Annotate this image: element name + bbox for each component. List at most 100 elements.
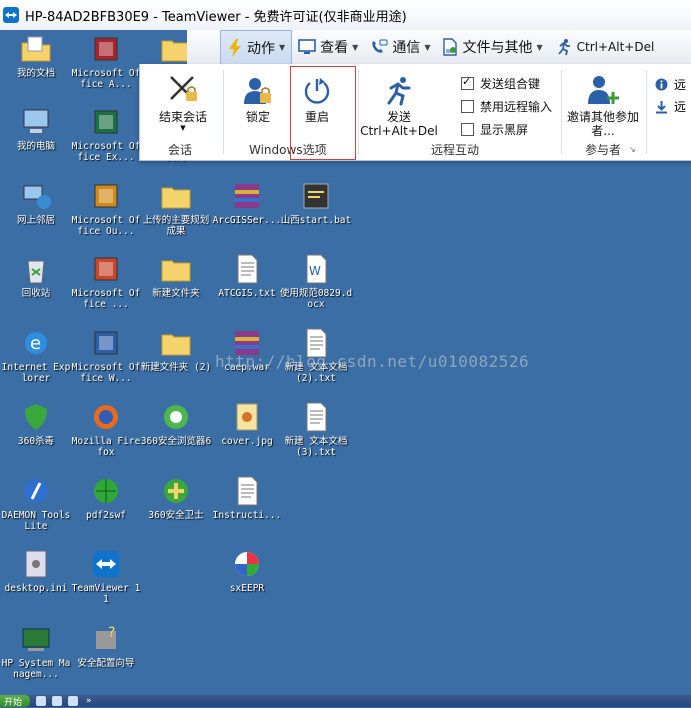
ie-icon: e (25, 332, 47, 354)
desktop-icon[interactable]: ATCGIS.txt (212, 253, 282, 299)
desktop-icon-label: Microsoft Office A... (71, 68, 141, 90)
desktop-icon[interactable]: pdf2swf (71, 475, 141, 521)
desktop-icon[interactable]: TeamViewer 11 (71, 548, 141, 605)
lock-button[interactable]: 锁定 (232, 76, 284, 124)
download-icon (656, 100, 667, 113)
taskbar-more-button[interactable]: » (86, 696, 92, 706)
monitor-icon (298, 39, 316, 54)
desktop-icon[interactable]: 上传的主要规划成果 (141, 180, 211, 237)
desktop-icon[interactable]: 新建文件夹 (141, 253, 211, 299)
desktop-icon-label: Microsoft Office Ex... (71, 141, 141, 163)
quicklaunch-explorer-icon[interactable] (68, 696, 79, 706)
desktop-icon[interactable]: ArcGISSer... (212, 180, 282, 226)
group-divider (358, 70, 359, 154)
desktop-icon-label: desktop.ini (4, 583, 68, 594)
menu-files-extras[interactable]: 文件与其他 ▼ (436, 30, 548, 64)
desktop-icon[interactable]: sxEEPR (212, 548, 282, 594)
desktop-icon[interactable]: 我的文档 (1, 33, 71, 79)
desktop-icon[interactable]: cover.jpg (212, 401, 282, 447)
invite-participant-button[interactable]: 邀请其他参加者... (566, 74, 640, 138)
menu-communicate[interactable]: 通信 ▼ (364, 30, 436, 64)
360-browser-icon (164, 405, 188, 429)
network-icon (23, 185, 51, 209)
svg-text:W: W (309, 264, 321, 278)
runner-icon (387, 77, 411, 106)
invite-label: 邀请其他参加者... (567, 110, 640, 138)
chevron-down-icon: ▼ (536, 42, 543, 52)
disable-remote-input-checkbox[interactable]: 禁用远程输入 (461, 98, 552, 115)
chevron-down-icon: ▼ (279, 43, 286, 52)
pdf2swf-icon (94, 479, 118, 503)
desktop-icon[interactable]: 回收站 (1, 253, 71, 299)
desktop-icon[interactable]: Microsoft Office Ex... (71, 106, 141, 163)
desktop-icon[interactable]: Instructi... (212, 475, 282, 521)
menu-view[interactable]: 查看 ▼ (292, 30, 364, 64)
desktop-icon[interactable]: Microsoft Office ... (71, 253, 141, 310)
desktop-icon[interactable]: ? 安全配置向导 (71, 623, 141, 669)
desktop-icon[interactable]: DAEMON Tools Lite (1, 475, 71, 532)
desktop-icon-label: 安全配置向导 (77, 658, 135, 669)
desktop-icon-label: ArcGISSer... (212, 215, 282, 226)
lightning-icon (229, 38, 241, 57)
desktop-icon[interactable]: 360安全卫士 (141, 475, 211, 521)
teamviewer-icon (93, 551, 119, 577)
desktop-icon[interactable]: Microsoft Office A... (71, 33, 141, 90)
office-excel-icon (94, 110, 118, 134)
desktop-icon[interactable]: 我的电脑 (1, 106, 71, 152)
user-lock-icon (244, 78, 271, 104)
desktop-icon-label: 山西start.bat (280, 215, 352, 226)
svg-text:e: e (30, 333, 41, 354)
archive-icon (235, 184, 259, 208)
expand-corner-icon[interactable]: ↘ (629, 145, 636, 154)
desktop-icon[interactable]: 新建文件夹 (2) (141, 327, 211, 373)
desktop-icon[interactable]: 网上邻居 (1, 180, 71, 226)
highlight-box (290, 66, 356, 160)
partial-item-2[interactable]: 远 (655, 98, 686, 115)
send-ctrl-alt-del-button[interactable]: 发送 Ctrl+Alt+Del (360, 76, 438, 138)
desktop-icon[interactable]: W 使用规范0829.docx (280, 253, 352, 310)
desktop-icon-label: 新建 文本文档 (3).txt (284, 436, 348, 458)
desktop-icon-label: Microsoft Office W... (71, 362, 141, 384)
desktop-icon-label: 我的电脑 (16, 141, 55, 152)
office-powerpoint-icon (94, 257, 118, 281)
menu-actions[interactable]: 动作 ▼ (220, 30, 293, 64)
desktop-icon[interactable]: e Internet Explorer (1, 327, 71, 384)
desktop-icon-label: sxEEPR (229, 583, 265, 594)
send-combo-label: 发送组合键 (480, 77, 541, 91)
group-label-session: 会话 (168, 143, 193, 157)
batch-file-icon (303, 183, 329, 209)
menu-ctrl-alt-del[interactable]: Ctrl+Alt+Del (549, 30, 661, 64)
send-keys-label: Ctrl+Alt+Del (360, 124, 438, 138)
checkbox-checked (461, 75, 474, 90)
chevron-down-icon: ▼ (424, 42, 431, 52)
word-doc-icon: W (306, 254, 327, 284)
desktop-icon-label: Instructi... (212, 510, 282, 521)
desktop-icon[interactable]: desktop.ini (1, 548, 71, 594)
group-label-participants: 参与者 (585, 143, 622, 157)
desktop-icon[interactable]: Mozilla Firefox (71, 401, 141, 458)
teamviewer-toolbar: 动作 ▼ 查看 ▼ 通信 ▼ 文件与其他 ▼ Ctrl+Alt+Del (187, 30, 691, 65)
show-black-screen-checkbox[interactable]: 显示黑屏 (461, 121, 528, 138)
desktop-icon-label: 新建文件夹 (2) (140, 362, 212, 373)
taskbar: 开始 » (0, 695, 691, 708)
black-screen-label: 显示黑屏 (480, 123, 529, 137)
desktop-icon[interactable]: Microsoft Office Ou... (71, 180, 141, 237)
partial-item-1[interactable]: 远 (655, 76, 686, 93)
desktop-icon[interactable]: 360杀毒 (1, 401, 71, 447)
send-combo-checkbox[interactable]: 发送组合键 (461, 75, 540, 92)
group-label-remote: 远程互动 (431, 143, 480, 157)
quicklaunch-ie-icon[interactable] (36, 696, 47, 706)
desktop-icon[interactable]: 山西start.bat (281, 180, 351, 226)
end-session-button[interactable]: 结束会话 ▼ (150, 72, 216, 132)
desktop-icon[interactable]: 360安全浏览器6 (141, 401, 211, 447)
text-file-icon (237, 476, 258, 506)
chat-phone-icon (372, 39, 388, 53)
checkbox-unchecked (461, 100, 474, 113)
start-button[interactable]: 开始 (0, 695, 31, 708)
desktop-icon[interactable]: Microsoft Office W... (71, 327, 141, 384)
desktop-icon[interactable]: 新建 文本文档 (3).txt (281, 401, 351, 458)
quicklaunch-desktop-icon[interactable] (52, 696, 63, 706)
lock-label: 锁定 (245, 110, 270, 124)
desktop-icon[interactable]: HP System Managem... (1, 623, 71, 680)
desktop-icon-label: Mozilla Firefox (71, 436, 141, 458)
